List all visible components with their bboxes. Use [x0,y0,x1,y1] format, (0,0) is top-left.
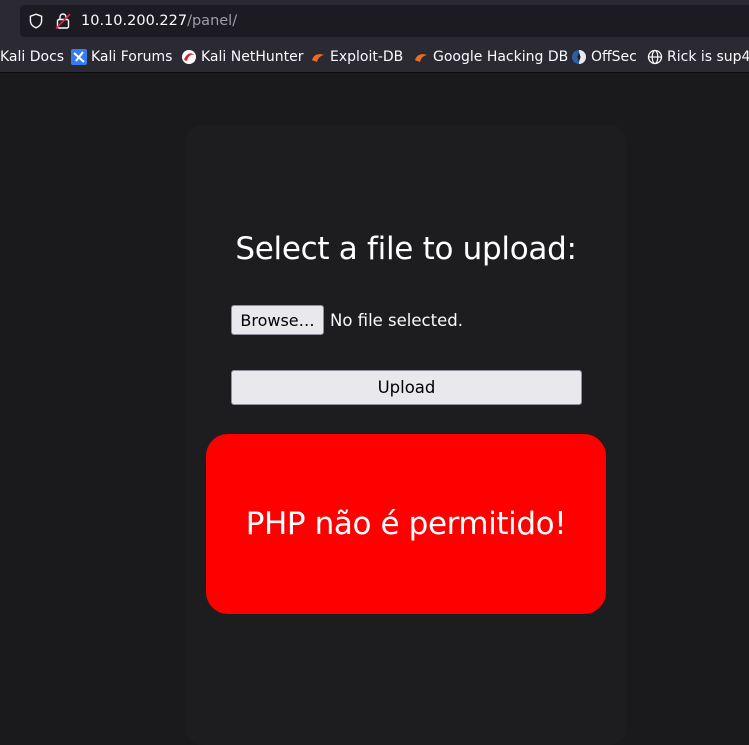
globe-icon [647,49,663,65]
bookmark-label: OffSec [591,49,637,65]
address-bar[interactable]: 10.10.200.227/panel/ [20,5,749,37]
bookmarks-toolbar: Kali Docs Kali Forums Kali NetHunter Exp… [0,42,749,73]
bookmark-kali-nethunter[interactable]: Kali NetHunter [181,47,303,67]
upload-button[interactable]: Upload [231,370,582,405]
kali-forums-icon [71,49,87,65]
bookmark-offsec[interactable]: OffSec [571,47,637,67]
page-heading: Select a file to upload: [235,231,577,267]
file-input[interactable]: Browse… No file selected. [231,305,463,335]
insecure-lock-icon[interactable] [55,12,71,30]
url-path: /panel/ [187,13,238,29]
bookmark-kali-forums[interactable]: Kali Forums [71,47,172,67]
error-message: PHP não é permitido! [245,506,567,542]
file-status-text: No file selected. [330,310,463,330]
error-alert: PHP não é permitido! [206,434,606,614]
bookmark-exploit-db[interactable]: Exploit-DB [310,47,403,67]
bookmark-label: Kali Docs [0,49,65,65]
tracking-protection-shield-icon[interactable] [28,13,44,29]
bookmark-kali-docs[interactable]: Kali Docs [0,47,64,67]
bookmark-label: Kali Forums [91,49,173,65]
page-viewport: Select a file to upload: Browse… No file… [0,73,749,745]
exploit-db-icon [312,54,324,62]
url-text[interactable]: 10.10.200.227/panel/ [81,11,237,31]
nethunter-icon [182,50,196,64]
bookmark-google-hacking-db[interactable]: Google Hacking DB [413,47,568,67]
bookmark-label: Rick is sup4r [667,49,749,65]
browser-toolbar: 10.10.200.227/panel/ [0,0,749,42]
url-host: 10.10.200.227 [81,13,188,29]
browse-button[interactable]: Browse… [231,305,324,335]
bookmark-label: Exploit-DB [330,49,404,65]
ghdb-icon [415,54,427,62]
bookmark-label: Google Hacking DB [433,49,569,65]
offsec-icon [572,50,586,64]
bookmark-label: Kali NetHunter [201,49,304,65]
bookmark-rick-is-sup4r[interactable]: Rick is sup4r [647,47,749,67]
